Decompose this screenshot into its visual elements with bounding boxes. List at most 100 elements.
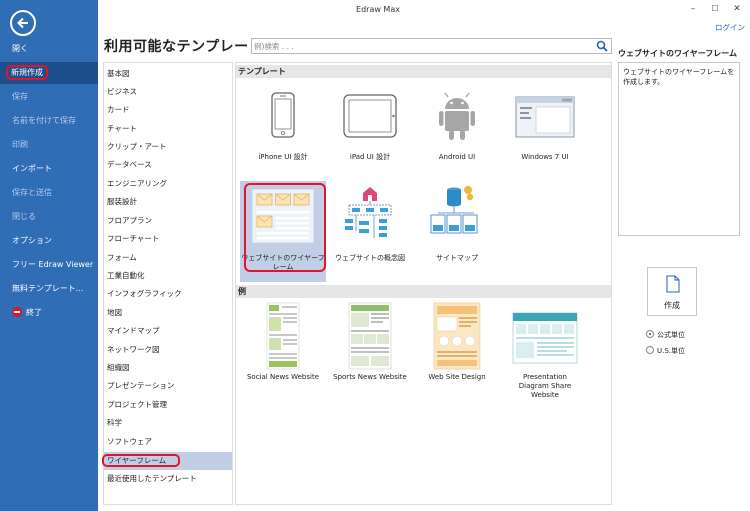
nav-print[interactable]: 印刷 — [0, 134, 98, 156]
minimize-button[interactable]: – — [686, 3, 700, 15]
nav-close[interactable]: 閉じる — [0, 206, 98, 228]
radio-selected-icon[interactable] — [646, 330, 654, 338]
category-item[interactable]: 服装設計 — [104, 193, 232, 211]
category-item[interactable]: 基本図 — [104, 65, 232, 83]
template-website-concept[interactable]: ウェブサイトの概念図 — [327, 181, 413, 277]
category-item[interactable]: ソフトウェア — [104, 433, 232, 451]
template-website-wireframe[interactable]: ウェブサイトのワイヤーフレーム — [240, 181, 326, 282]
category-item[interactable]: プレゼンテーション — [104, 377, 232, 395]
sports-news-thumbnail — [348, 302, 392, 370]
radio-unselected-icon[interactable] — [646, 346, 654, 354]
nav-close-label: 閉じる — [12, 212, 36, 221]
unit-option-us[interactable]: U.S.単位 — [646, 346, 685, 356]
category-item-label: ワイヤーフレーム — [101, 454, 181, 467]
nav-save-send[interactable]: 保存と送信 — [0, 182, 98, 204]
template-label: ウェブサイトの概念図 — [335, 254, 405, 262]
template-label: サイトマップ — [436, 254, 478, 262]
details-description: ウェブサイトのワイヤーフレームを作成します。 — [618, 62, 740, 236]
nav-save-send-label: 保存と送信 — [12, 188, 52, 197]
nav-save[interactable]: 保存 — [0, 86, 98, 108]
selection-highlight — [244, 183, 326, 272]
windows-window-icon — [515, 96, 575, 138]
example-web-site-design[interactable]: Web Site Design — [414, 301, 500, 397]
nav-import-label: インポート — [12, 164, 52, 173]
presentation-share-thumbnail — [512, 312, 578, 364]
social-news-thumbnail — [266, 302, 300, 370]
category-item-wireframe[interactable]: ワイヤーフレーム — [101, 452, 232, 470]
template-gallery: テンプレート iPhone UI 設計 iPad UI 設計 Android U… — [235, 62, 612, 505]
nav-free-viewer[interactable]: フリー Edraw Viewer — [0, 254, 98, 276]
web-site-design-thumbnail — [433, 302, 481, 370]
nav-save-as-label: 名前を付けて保存 — [12, 116, 76, 125]
nav-options-label: オプション — [12, 236, 52, 245]
unit-option-metric[interactable]: 公式単位 — [646, 330, 685, 340]
example-social-news-website[interactable]: Social News Website — [240, 301, 326, 397]
create-button-label: 作成 — [664, 301, 680, 310]
template-label: iPad UI 設計 — [349, 153, 391, 161]
category-item[interactable]: カード — [104, 101, 232, 119]
template-sitemap[interactable]: サイトマップ — [414, 181, 500, 277]
category-item[interactable]: プロジェクト管理 — [104, 396, 232, 414]
nav-save-label: 保存 — [12, 92, 28, 101]
iphone-icon — [271, 92, 295, 138]
search-icon[interactable] — [596, 40, 608, 52]
category-item[interactable]: ビジネス — [104, 83, 232, 101]
example-presentation-diagram-share-website[interactable]: Presentation Diagram Share Website — [502, 301, 588, 399]
nav-save-as[interactable]: 名前を付けて保存 — [0, 110, 98, 132]
category-item[interactable]: インフォグラフィック — [104, 285, 232, 303]
category-item[interactable]: 工業自動化 — [104, 267, 232, 285]
android-icon — [439, 92, 475, 140]
login-link[interactable]: ログイン — [715, 22, 745, 33]
example-label: Presentation Diagram Share Website — [518, 373, 572, 399]
template-ipad-ui[interactable]: iPad UI 設計 — [327, 83, 413, 179]
nav-new[interactable]: 新規作成 — [0, 62, 98, 84]
category-item[interactable]: ネットワーク図 — [104, 341, 232, 359]
template-iphone-ui[interactable]: iPhone UI 設計 — [240, 83, 326, 179]
ipad-icon — [343, 94, 397, 138]
nav-new-label: 新規作成 — [6, 65, 48, 80]
category-item[interactable]: 科学 — [104, 414, 232, 432]
maximize-button[interactable]: ☐ — [708, 3, 722, 15]
category-item[interactable]: データベース — [104, 156, 232, 174]
details-title: ウェブサイトのワイヤーフレーム — [618, 49, 738, 58]
category-item[interactable]: エンジニアリング — [104, 175, 232, 193]
template-label: Windows 7 UI — [521, 153, 569, 161]
backstage-nav: 開く 新規作成 保存 名前を付けて保存 印刷 インポート 保存と送信 閉じる オ… — [0, 0, 98, 511]
nav-exit[interactable]: 終了 — [0, 302, 98, 324]
category-list: 基本図 ビジネス カード チャート クリップ・アート データベース エンジニアリ… — [101, 62, 233, 505]
nav-open[interactable]: 開く — [0, 38, 98, 60]
nav-print-label: 印刷 — [12, 140, 28, 149]
template-label: Android UI — [438, 153, 476, 161]
template-windows7-ui[interactable]: Windows 7 UI — [502, 83, 588, 179]
website-concept-thumbnail — [345, 187, 392, 238]
back-arrow-icon[interactable] — [10, 10, 36, 36]
create-button[interactable]: 作成 — [647, 267, 697, 316]
category-item[interactable]: クリップ・アート — [104, 138, 232, 156]
search-input[interactable] — [254, 40, 584, 52]
example-sports-news-website[interactable]: Sports News Website — [327, 301, 413, 397]
nav-free-templates[interactable]: 無料テンプレート... — [0, 278, 98, 300]
category-item[interactable]: 地図 — [104, 304, 232, 322]
unit-label-us: U.S.単位 — [657, 347, 686, 355]
page-title: 利用可能なテンプレート — [104, 39, 264, 55]
examples-section-header: 例 — [236, 285, 611, 298]
category-item[interactable]: 最近使用したテンプレート — [104, 470, 232, 488]
templates-section-header: テンプレート — [236, 65, 611, 78]
category-item[interactable]: マインドマップ — [104, 322, 232, 340]
category-item[interactable]: フローチャート — [104, 230, 232, 248]
template-label: iPhone UI 設計 — [258, 153, 308, 161]
template-android-ui[interactable]: Android UI — [414, 83, 500, 179]
nav-exit-label: 終了 — [26, 308, 42, 317]
category-item[interactable]: チャート — [104, 120, 232, 138]
nav-import[interactable]: インポート — [0, 158, 98, 180]
nav-options[interactable]: オプション — [0, 230, 98, 252]
window-title: Edraw Max — [356, 5, 400, 14]
sitemap-thumbnail — [430, 186, 478, 234]
search-box — [251, 38, 612, 54]
example-label: Social News Website — [246, 373, 320, 381]
category-item[interactable]: フロアプラン — [104, 212, 232, 230]
category-item[interactable]: 組織図 — [104, 359, 232, 377]
close-button[interactable]: ✕ — [730, 3, 744, 15]
new-document-icon — [666, 275, 680, 293]
category-item[interactable]: フォーム — [104, 249, 232, 267]
